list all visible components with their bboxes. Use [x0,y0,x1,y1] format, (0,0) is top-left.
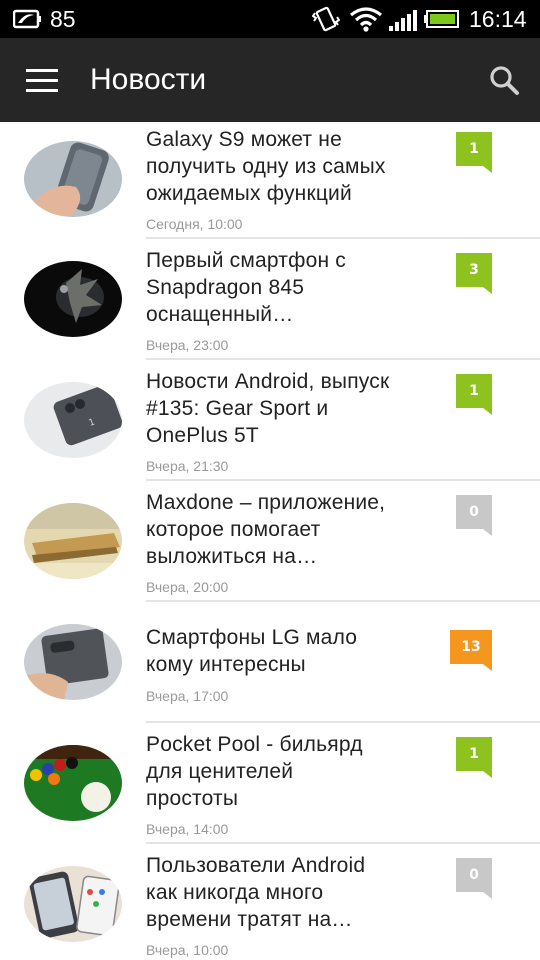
clock: 16:14 [469,6,527,32]
news-date: Вчера, 23:00 [146,337,229,353]
news-item[interactable]: Galaxy S9 может не получить одну из самы… [0,122,540,239]
comment-count-badge: 1 [456,737,492,778]
news-title: Maxdone – приложение, которое помогает в… [146,491,386,568]
news-date: Вчера, 20:00 [146,579,229,595]
page-title: Новости [90,63,207,96]
wifi-icon [350,7,382,32]
comment-count-badge: 13 [450,630,492,671]
news-title: Новости Android, выпуск #135: Gear Sport… [146,370,390,447]
news-title: Смартфоны LG мало кому интересны [146,626,358,676]
news-item[interactable]: Maxdone – приложение, которое помогает в… [0,481,540,602]
news-item[interactable]: Пользователи Android как никогда много в… [0,844,540,960]
news-date: Вчера, 14:00 [146,821,229,837]
news-date: Вчера, 10:00 [146,942,229,958]
comment-count-badge: 0 [456,495,492,536]
app-bar: Новости [0,38,540,122]
comment-count-badge: 1 [456,374,492,415]
news-thumbnail [24,261,122,337]
news-item[interactable]: Первый смартфон с Snapdragon 845 оснащен… [0,239,540,360]
news-thumbnail [24,503,122,579]
comment-count-badge: 0 [456,858,492,899]
news-title: Galaxy S9 может не получить одну из самы… [146,128,386,205]
battery-icon [424,10,459,28]
news-item[interactable]: Pocket Pool - бильярд для ценителей прос… [0,723,540,844]
news-item[interactable]: Смартфоны LG мало кому интересны Вчера, … [0,602,540,723]
news-thumbnail [24,866,122,942]
status-bar: 85 16:14 [0,0,540,38]
news-thumbnail [24,745,122,821]
news-title: Пользователи Android как никогда много в… [146,854,366,931]
comment-count-badge: 1 [456,132,492,173]
vibrate-icon [312,6,340,32]
news-thumbnail [24,624,122,700]
battery-percent: 85 [50,6,76,32]
search-icon[interactable] [482,60,526,100]
news-thumbnail: 1 [24,382,122,458]
news-thumbnail [24,141,122,217]
hamburger-menu-icon[interactable] [18,64,62,98]
news-title: Первый смартфон с Snapdragon 845 оснащен… [146,249,347,326]
news-date: Сегодня, 10:00 [146,216,243,232]
news-date: Вчера, 21:30 [146,458,229,474]
comment-count-badge: 3 [456,253,492,294]
news-item[interactable]: 1 Новости Android, выпуск #135: Gear Spo… [0,360,540,481]
news-title: Pocket Pool - бильярд для ценителей прос… [146,733,363,810]
news-date: Вчера, 17:00 [146,688,229,704]
signal-icon [389,10,417,31]
battery-saver-icon [13,9,41,29]
